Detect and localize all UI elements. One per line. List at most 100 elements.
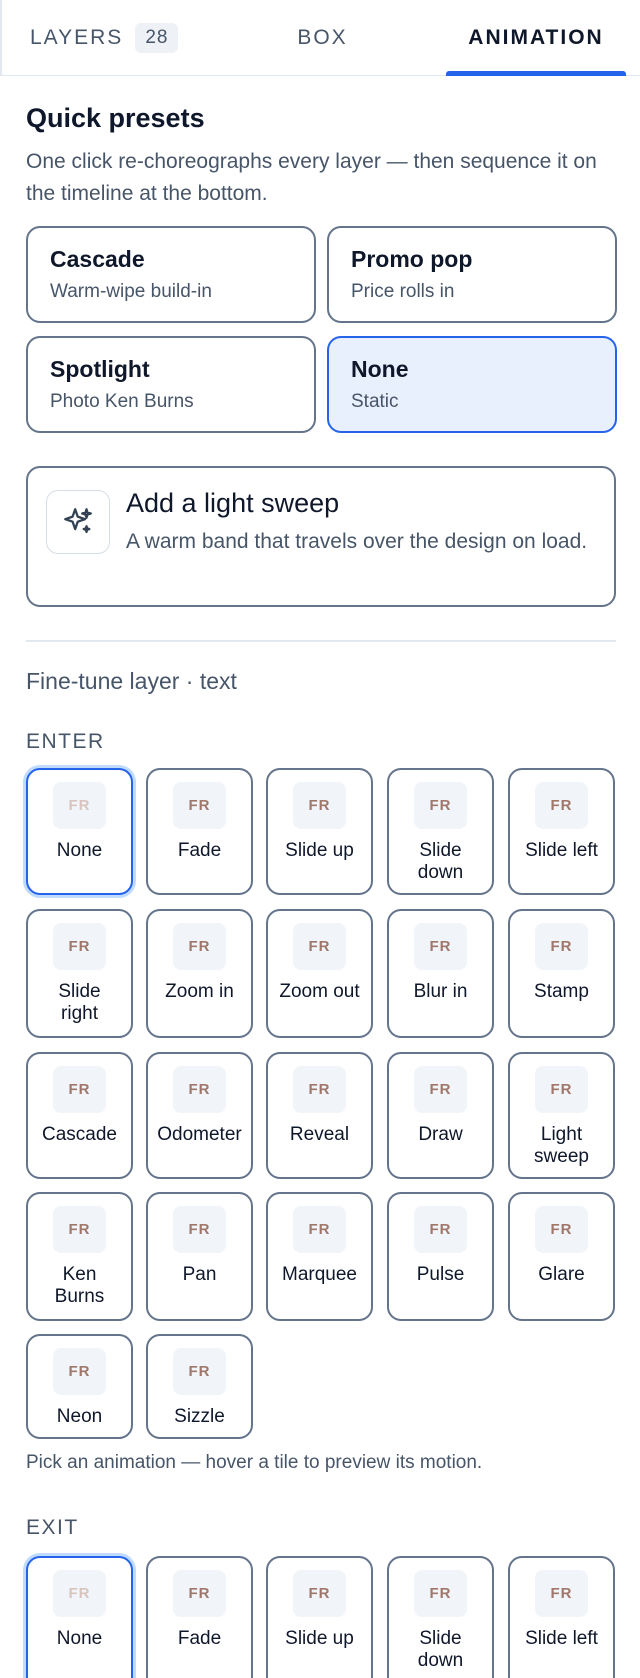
preview-chip: FR (173, 1348, 226, 1395)
tile-label: Pulse (416, 1264, 465, 1285)
enter-tile-blur-in[interactable]: FR Blur in (387, 909, 494, 1038)
exit-tile-slide-down[interactable]: FR Slide down (387, 1556, 494, 1678)
preview-chip: FR (535, 923, 588, 970)
enter-tile-fade[interactable]: FR Fade (146, 768, 253, 895)
preview-chip: FR (53, 923, 106, 970)
preview-chip: FR (173, 782, 226, 829)
preview-chip: FR (535, 1570, 588, 1617)
preview-chip: FR (53, 1066, 106, 1113)
preview-chip: FR (293, 1570, 346, 1617)
preview-chip: FR (173, 1570, 226, 1617)
enter-tile-ken-burns[interactable]: FR Ken Burns (26, 1192, 133, 1321)
tab-layers-label: LAYERS (30, 26, 124, 49)
preview-chip: FR (173, 1066, 226, 1113)
light-sweep-title: Add a light sweep (126, 488, 340, 518)
tile-label: Fade (177, 840, 222, 861)
preview-chip: FR (414, 1066, 467, 1113)
enter-tile-pulse[interactable]: FR Pulse (387, 1192, 494, 1321)
preview-chip: FR (293, 923, 346, 970)
enter-tile-marquee[interactable]: FR Marquee (266, 1192, 373, 1321)
enter-tile-none[interactable]: FR None (26, 768, 133, 895)
tile-label: Zoom out (279, 981, 360, 1002)
enter-tile-slide-right[interactable]: FR Slide right (26, 909, 133, 1038)
enter-tile-sizzle[interactable]: FR Sizzle (146, 1334, 253, 1439)
exit-tile-none[interactable]: FR None (26, 1556, 133, 1678)
tile-label: Slide up (285, 1628, 354, 1649)
tab-box[interactable]: BOX (230, 0, 415, 76)
enter-tile-reveal[interactable]: FR Reveal (266, 1052, 373, 1179)
enter-tile-slide-up[interactable]: FR Slide up (266, 768, 373, 895)
enter-tile-zoom-out[interactable]: FR Zoom out (266, 909, 373, 1038)
exit-section-label: EXIT (26, 1516, 79, 1539)
preset-subtitle: Static (351, 391, 399, 412)
preset-cascade[interactable]: Cascade Warm-wipe build-in (26, 226, 316, 323)
preset-promo-pop[interactable]: Promo pop Price rolls in (327, 226, 617, 323)
tile-label: Fade (177, 1628, 222, 1649)
preset-none[interactable]: None Static (327, 336, 617, 433)
exit-tile-fade[interactable]: FR Fade (146, 1556, 253, 1678)
tile-label: Slide up (285, 840, 354, 861)
active-tab-indicator (446, 71, 626, 76)
preview-chip: FR (293, 1066, 346, 1113)
tile-label: Pan (182, 1264, 217, 1285)
preview-chip: FR (535, 782, 588, 829)
light-sweep-description: A warm band that travels over the design… (126, 530, 588, 553)
preview-chip: FR (414, 782, 467, 829)
tile-label: Cascade (42, 1124, 117, 1145)
enter-tile-light-sweep[interactable]: FR Light sweep (508, 1052, 615, 1179)
tile-label: Slide down (417, 1628, 464, 1671)
exit-tile-slide-up[interactable]: FR Slide up (266, 1556, 373, 1678)
tile-label: Neon (56, 1406, 103, 1427)
preset-name: Spotlight (50, 356, 150, 382)
tile-label: Draw (418, 1124, 463, 1145)
enter-tile-zoom-in[interactable]: FR Zoom in (146, 909, 253, 1038)
sparkles-icon (46, 490, 110, 554)
preset-name: None (351, 356, 409, 382)
preset-subtitle: Warm-wipe build-in (50, 281, 212, 302)
tile-label: Reveal (289, 1124, 350, 1145)
tile-label: Slide down (417, 840, 464, 883)
enter-tile-slide-down[interactable]: FR Slide down (387, 768, 494, 895)
add-light-sweep-button[interactable]: Add a light sweep A warm band that trave… (26, 466, 616, 607)
preview-chip: FR (535, 1066, 588, 1113)
section-divider (26, 640, 616, 642)
tile-label: Stamp (534, 981, 589, 1002)
enter-tile-glare[interactable]: FR Glare (508, 1192, 615, 1321)
preset-name: Cascade (50, 246, 145, 272)
preset-name: Promo pop (351, 246, 473, 272)
preview-chip: FR (293, 1206, 346, 1253)
tile-label: Slide left (525, 1628, 598, 1649)
tile-label: Slide left (525, 840, 598, 861)
panel-tabs: LAYERS 28 BOX ANIMATION (0, 0, 640, 76)
tab-animation-label: ANIMATION (468, 26, 604, 49)
preview-chip: FR (293, 782, 346, 829)
tab-box-label: BOX (297, 26, 348, 49)
preview-chip: FR (535, 1206, 588, 1253)
preview-chip: FR (414, 1570, 467, 1617)
tile-label: Blur in (413, 981, 468, 1002)
preset-subtitle: Price rolls in (351, 281, 455, 302)
tab-layers[interactable]: LAYERS 28 (30, 0, 210, 76)
enter-tile-cascade[interactable]: FR Cascade (26, 1052, 133, 1179)
enter-tile-stamp[interactable]: FR Stamp (508, 909, 615, 1038)
tile-label: Marquee (282, 1264, 357, 1285)
fine-tune-heading: Fine-tune layer · text (26, 668, 237, 694)
preview-chip: FR (173, 923, 226, 970)
enter-tile-odometer[interactable]: FR Odometer (146, 1052, 253, 1179)
preview-chip: FR (414, 923, 467, 970)
tile-label: Slide right (58, 981, 101, 1024)
tab-animation[interactable]: ANIMATION (446, 0, 626, 76)
tile-label: Light sweep (534, 1124, 589, 1167)
preset-spotlight[interactable]: Spotlight Photo Ken Burns (26, 336, 316, 433)
enter-tile-pan[interactable]: FR Pan (146, 1192, 253, 1321)
enter-tile-draw[interactable]: FR Draw (387, 1052, 494, 1179)
enter-tile-slide-left[interactable]: FR Slide left (508, 768, 615, 895)
preset-subtitle: Photo Ken Burns (50, 391, 194, 412)
quick-presets-title: Quick presets (26, 103, 205, 133)
exit-tile-slide-left[interactable]: FR Slide left (508, 1556, 615, 1678)
enter-section-label: ENTER (26, 730, 105, 753)
animation-hint: Pick an animation — hover a tile to prev… (26, 1452, 483, 1473)
layers-count-badge: 28 (135, 23, 179, 53)
preview-chip: FR (53, 782, 106, 829)
enter-tile-neon[interactable]: FR Neon (26, 1334, 133, 1439)
